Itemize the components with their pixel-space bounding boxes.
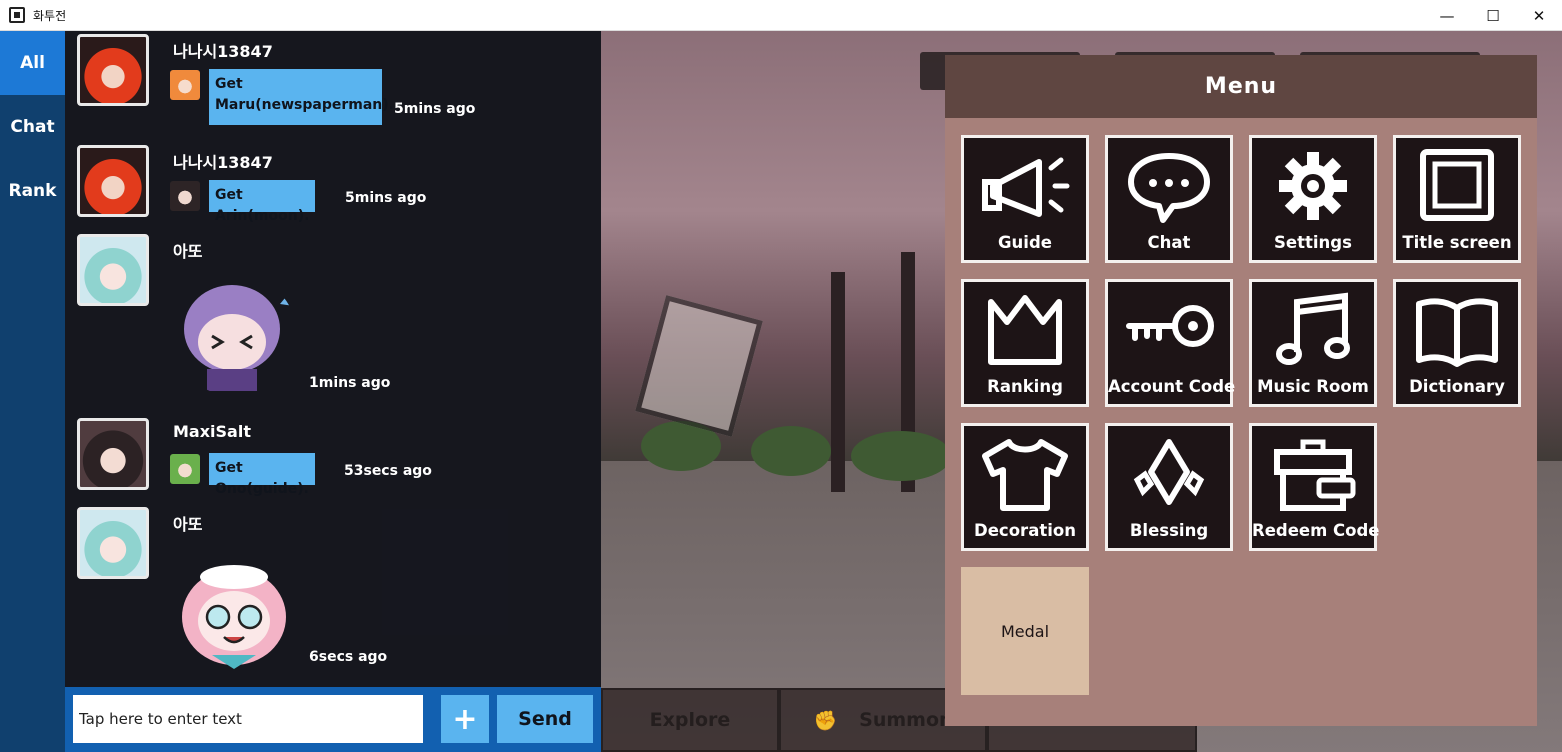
message-bubble: Get Arin(moon).: [209, 180, 316, 224]
menu-item-label: Chat: [1147, 233, 1191, 252]
character-icon: [170, 181, 200, 211]
chat-input-bar: + Send: [65, 687, 601, 752]
avatar[interactable]: [77, 145, 149, 217]
username: MaxiSalt: [173, 422, 251, 441]
explore-label: Explore: [649, 709, 731, 731]
gear-icon: [1279, 152, 1347, 220]
menu-title: Menu: [945, 55, 1537, 118]
monitor-icon: [1420, 149, 1494, 221]
menu-item-label: Redeem Code: [1252, 521, 1380, 540]
message-time: 53secs ago: [344, 463, 432, 479]
avatar[interactable]: [77, 418, 149, 490]
window-title: 화투전: [33, 8, 67, 23]
menu-item-label: Guide: [998, 233, 1052, 252]
add-attachment-button[interactable]: +: [441, 695, 489, 743]
character-icon: [170, 70, 200, 100]
app-icon: [9, 7, 25, 23]
avatar[interactable]: [77, 234, 149, 306]
menu-redeem-code-button[interactable]: Redeem Code: [1249, 423, 1380, 551]
bush: [751, 426, 831, 476]
close-button[interactable]: ✕: [1516, 0, 1562, 31]
menu-dictionary-button[interactable]: Dictionary: [1393, 279, 1521, 407]
avatar[interactable]: [77, 507, 149, 579]
explore-button[interactable]: Explore: [601, 688, 779, 752]
summon-icon: ✊: [813, 709, 838, 732]
chat-text-input[interactable]: [73, 695, 423, 743]
bush: [851, 431, 951, 481]
message-time: 5mins ago: [345, 190, 427, 206]
window-titlebar: 화투전 — ☐ ✕: [0, 0, 1562, 31]
tree-trunk: [831, 272, 845, 492]
username: 아또: [173, 242, 203, 261]
username: 나나시13847: [173, 153, 273, 172]
menu-item-label: Decoration: [974, 521, 1076, 540]
diamond-icon: [1133, 439, 1205, 505]
menu-item-label: Music Room: [1257, 377, 1369, 396]
maximize-button[interactable]: ☐: [1470, 0, 1516, 31]
shirt-icon: [982, 439, 1068, 511]
menu-decoration-button[interactable]: Decoration: [961, 423, 1089, 551]
menu-item-label: Settings: [1274, 233, 1352, 252]
tab-chat[interactable]: Chat: [0, 95, 65, 159]
menu-item-label: Ranking: [987, 377, 1063, 396]
menu-settings-button[interactable]: Settings: [1249, 135, 1377, 263]
menu-panel: Menu Guide Chat Settings Title screen Ra…: [945, 55, 1537, 726]
message-time: 1mins ago: [309, 375, 391, 391]
menu-account-code-button[interactable]: Account Code: [1105, 279, 1236, 407]
menu-item-label: Account Code: [1108, 377, 1236, 396]
menu-blessing-button[interactable]: Blessing: [1105, 423, 1233, 551]
message-bubble: Get Maru(newspaperman).: [209, 69, 394, 125]
tab-rank[interactable]: Rank: [0, 159, 65, 223]
key-icon: [1126, 305, 1214, 347]
crown-icon: [988, 295, 1062, 365]
message-time: 6secs ago: [309, 649, 388, 665]
menu-item-label: Title screen: [1402, 233, 1512, 252]
menu-item-label: Medal: [1000, 621, 1050, 641]
music-note-icon: [1276, 292, 1350, 365]
menu-item-label: Blessing: [1129, 521, 1209, 540]
window-controls: — ☐ ✕: [1424, 0, 1562, 31]
menu-item-label: Dictionary: [1409, 377, 1505, 396]
chat-category-tabs: All Chat Rank: [0, 31, 65, 752]
username: 나나시13847: [173, 42, 273, 61]
avatar[interactable]: [77, 34, 149, 106]
message-time: 5mins ago: [394, 101, 476, 117]
send-button[interactable]: Send: [497, 695, 593, 743]
held-card-sign: [635, 295, 763, 437]
summon-label: Summon: [859, 709, 953, 731]
megaphone-icon: [982, 157, 1070, 217]
menu-music-room-button[interactable]: Music Room: [1249, 279, 1377, 407]
menu-guide-button[interactable]: Guide: [961, 135, 1089, 263]
character-icon: [170, 454, 200, 484]
menu-chat-button[interactable]: Chat: [1105, 135, 1233, 263]
menu-ranking-button[interactable]: Ranking: [961, 279, 1089, 407]
purple-hair-crying-sticker: [184, 285, 294, 391]
tab-all[interactable]: All: [0, 31, 65, 95]
book-icon: [1416, 298, 1498, 367]
message-bubble: Get Ono(guide).: [209, 453, 315, 497]
menu-medal-button[interactable]: Medal: [961, 567, 1089, 695]
gift-box-icon: [1274, 439, 1356, 511]
chat-feed[interactable]: 나나시13847 Get Maru(newspaperman). 5mins a…: [65, 31, 601, 687]
minimize-button[interactable]: —: [1424, 0, 1470, 31]
speech-bubble-icon: [1128, 153, 1210, 223]
username: 아또: [173, 515, 203, 534]
menu-title-screen-button[interactable]: Title screen: [1393, 135, 1521, 263]
pink-hair-glasses-sticker: [182, 565, 286, 669]
